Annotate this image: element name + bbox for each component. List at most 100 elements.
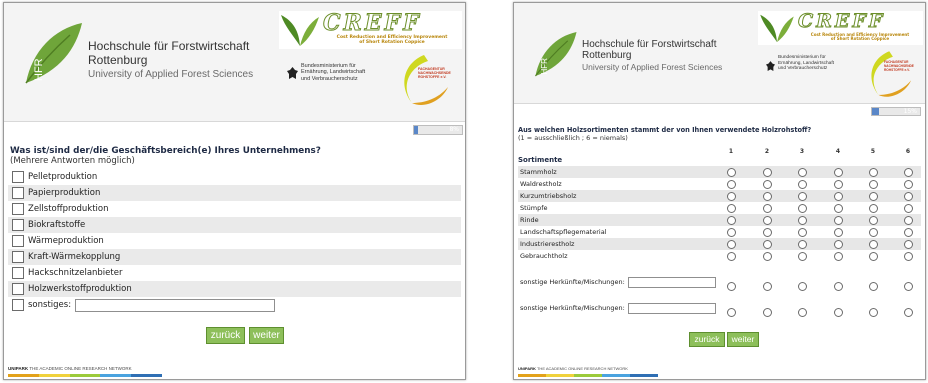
matrix-radio[interactable] (798, 240, 807, 249)
creff-subtitle: Cost Reduction and Efficiency Improvemen… (798, 32, 922, 42)
matrix-radio[interactable] (834, 308, 843, 317)
matrix-row-label: Industrierestholz (520, 240, 575, 248)
matrix-radio[interactable] (798, 168, 807, 177)
creff-subtitle-line2: of Short Rotation Coppice (359, 39, 425, 45)
matrix-radio[interactable] (869, 282, 878, 291)
matrix-radio[interactable] (798, 204, 807, 213)
matrix-radio[interactable] (869, 204, 878, 213)
matrix-radio[interactable] (904, 192, 913, 201)
matrix-radio[interactable] (763, 216, 772, 225)
matrix-radio[interactable] (763, 240, 772, 249)
next-button[interactable]: weiter (249, 327, 284, 344)
matrix-radio[interactable] (869, 240, 878, 249)
matrix-radio[interactable] (798, 252, 807, 261)
survey-page-business-areas: HFR Hochschule für Forstwirtschaft Rotte… (3, 2, 466, 380)
footer-color-segment (131, 374, 162, 377)
matrix-radio[interactable] (763, 168, 772, 177)
question-hint: (1 = ausschließlich ; 6 = niemals) (518, 134, 628, 142)
matrix-radio[interactable] (727, 216, 736, 225)
matrix-radio[interactable] (763, 180, 772, 189)
matrix-radio[interactable] (904, 216, 913, 225)
option-checkbox[interactable] (12, 187, 24, 199)
back-button[interactable]: zurück (206, 327, 245, 344)
matrix-radio[interactable] (904, 252, 913, 261)
matrix-radio[interactable] (798, 216, 807, 225)
option-checkbox-other[interactable] (12, 299, 24, 311)
matrix-radio[interactable] (834, 228, 843, 237)
matrix-radio[interactable] (869, 228, 878, 237)
matrix-radio[interactable] (727, 252, 736, 261)
matrix-radio[interactable] (763, 192, 772, 201)
matrix-radio[interactable] (727, 180, 736, 189)
matrix-radio[interactable] (869, 168, 878, 177)
matrix-other-input[interactable] (628, 277, 716, 288)
option-checkbox[interactable] (12, 267, 24, 279)
unipark-brand: UNIPARK (518, 366, 536, 371)
matrix-radio[interactable] (869, 308, 878, 317)
fnr-logo: FACHAGENTUR NACHWACHSENDE ROHSTOFFE e.V. (862, 47, 922, 101)
matrix-radio[interactable] (834, 216, 843, 225)
option-label: Zellstoffproduktion (28, 204, 109, 214)
option-checkbox[interactable] (12, 251, 24, 263)
next-button[interactable]: weiter (727, 332, 759, 347)
creff-subtitle-line2: of Short Rotation Coppice (830, 36, 890, 42)
matrix-radio[interactable] (727, 282, 736, 291)
matrix-row: Industrierestholz (518, 238, 921, 250)
matrix-radio[interactable] (904, 168, 913, 177)
matrix-radio[interactable] (904, 308, 913, 317)
matrix-radio[interactable] (834, 180, 843, 189)
matrix-radio[interactable] (798, 228, 807, 237)
matrix-radio[interactable] (834, 204, 843, 213)
matrix-radio[interactable] (834, 168, 843, 177)
matrix-radio[interactable] (869, 192, 878, 201)
matrix-other-input[interactable] (628, 303, 716, 314)
matrix-radio[interactable] (904, 228, 913, 237)
matrix-radio[interactable] (727, 228, 736, 237)
matrix-row: Gebrauchtholz (518, 250, 921, 262)
option-row: Papierproduktion (8, 185, 461, 201)
matrix-radio[interactable] (727, 204, 736, 213)
matrix-radio[interactable] (904, 282, 913, 291)
matrix-radio[interactable] (834, 240, 843, 249)
matrix-row-label: Stümpfe (520, 204, 548, 212)
matrix-radio[interactable] (763, 228, 772, 237)
matrix-radio[interactable] (904, 204, 913, 213)
scale-header: 1 (728, 148, 734, 155)
footer-color-segment (38, 374, 70, 377)
matrix-radio[interactable] (869, 216, 878, 225)
hfr-leaf-logo-icon: HFR (25, 23, 82, 84)
matrix-radio[interactable] (727, 308, 736, 317)
other-text-input[interactable] (75, 299, 275, 312)
matrix-radio[interactable] (727, 192, 736, 201)
matrix-radio[interactable] (834, 252, 843, 261)
matrix-radio[interactable] (727, 240, 736, 249)
matrix-radio[interactable] (763, 308, 772, 317)
matrix-row: Stammholz (518, 166, 921, 178)
matrix-other-label: sonstige Herkünfte/Mischungen: (520, 278, 625, 286)
matrix-radio[interactable] (904, 240, 913, 249)
footer-color-segment (602, 374, 630, 377)
matrix-radio[interactable] (763, 252, 772, 261)
university-name-line2: Rottenburg (88, 53, 148, 67)
option-checkbox[interactable] (12, 171, 24, 183)
matrix-radio[interactable] (798, 180, 807, 189)
matrix-radio[interactable] (798, 192, 807, 201)
fnr-line3: ROHSTOFFE e.V. (884, 67, 910, 72)
matrix-radio[interactable] (763, 282, 772, 291)
option-checkbox[interactable] (12, 203, 24, 215)
matrix-radio[interactable] (798, 282, 807, 291)
matrix-radio[interactable] (834, 192, 843, 201)
matrix-radio[interactable] (798, 308, 807, 317)
matrix-radio[interactable] (869, 180, 878, 189)
matrix-radio[interactable] (763, 204, 772, 213)
matrix-radio[interactable] (904, 180, 913, 189)
progress-label: 15% (903, 108, 917, 115)
matrix-radio[interactable] (869, 252, 878, 261)
option-checkbox[interactable] (12, 283, 24, 295)
fnr-swoosh-icon (404, 55, 448, 106)
option-checkbox[interactable] (12, 219, 24, 231)
back-button[interactable]: zurück (689, 332, 725, 347)
matrix-radio[interactable] (727, 168, 736, 177)
option-checkbox[interactable] (12, 235, 24, 247)
matrix-radio[interactable] (834, 282, 843, 291)
